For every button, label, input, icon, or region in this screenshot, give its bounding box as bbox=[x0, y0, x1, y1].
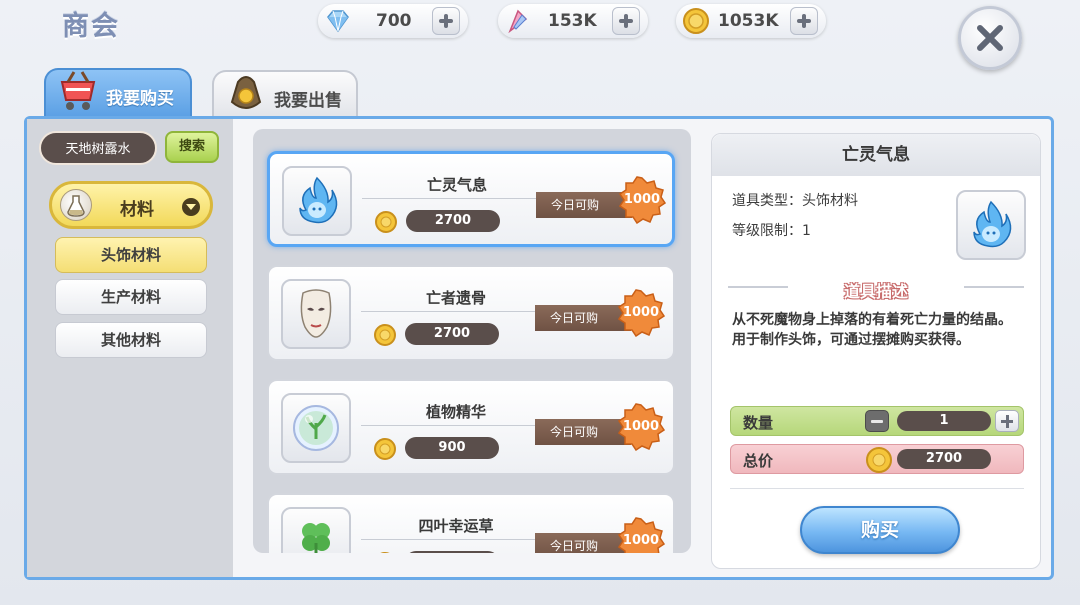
main-panel: 天地树露水 搜索 材料 头饰材料 生产材料 其他材料 亡灵气息 2700 今日可… bbox=[24, 116, 1054, 580]
page-title: 商会 bbox=[62, 11, 120, 42]
close-button[interactable] bbox=[958, 6, 1022, 70]
diamond-icon bbox=[327, 10, 349, 33]
total-price-value: 2700 bbox=[897, 449, 991, 469]
total-price-row: 总价 2700 bbox=[730, 444, 1024, 474]
gold-coin-icon bbox=[683, 8, 709, 34]
tab-sell-label: 我要出售 bbox=[274, 91, 342, 111]
list-item[interactable]: 四叶幸运草 今日可购 1000 bbox=[267, 493, 675, 553]
category-materials-label: 材料 bbox=[120, 200, 154, 220]
shop-cart-icon bbox=[60, 71, 96, 110]
detail-title: 亡灵气息 bbox=[712, 134, 1040, 176]
list-item[interactable]: 亡者遗骨 2700 今日可购 1000 bbox=[267, 265, 675, 361]
item-type: 道具类型：头饰材料 bbox=[732, 193, 858, 209]
search-input[interactable]: 天地树露水 bbox=[39, 131, 157, 165]
item-thumbnail bbox=[281, 393, 351, 463]
gold-coin-icon bbox=[866, 447, 892, 473]
subcategory-headwear-materials[interactable]: 头饰材料 bbox=[55, 237, 207, 273]
white-mask-icon bbox=[300, 289, 332, 338]
subcategory-production-materials[interactable]: 生产材料 bbox=[55, 279, 207, 315]
four-leaf-clover-icon bbox=[302, 523, 330, 553]
gold-coin-icon bbox=[375, 211, 397, 233]
increase-quantity-button[interactable] bbox=[995, 410, 1019, 432]
detail-thumbnail bbox=[956, 190, 1026, 260]
divider bbox=[361, 539, 551, 540]
item-thumbnail bbox=[281, 507, 351, 553]
chevron-down-icon[interactable] bbox=[182, 198, 200, 216]
description-heading: 道具描述 bbox=[843, 282, 908, 301]
diamond-amount: 700 bbox=[376, 11, 412, 31]
currency-gold: 1053K bbox=[676, 4, 826, 38]
buy-button[interactable]: 购买 bbox=[800, 506, 960, 554]
level-requirement: 等级限制：1 bbox=[732, 223, 811, 239]
tab-buy-label: 我要购买 bbox=[106, 89, 174, 109]
divider bbox=[964, 286, 1024, 288]
item-list: 亡灵气息 2700 今日可购 1000 亡者遗骨 2700 今日可购 1000 … bbox=[253, 129, 691, 553]
description-section-header: 道具描述 bbox=[712, 274, 1040, 304]
item-description: 从不死魔物身上掉落的有着死亡力量的结晶。用于制作头饰，可通过摆摊购买获得。 bbox=[732, 312, 1012, 348]
crystal-feather-icon bbox=[508, 9, 528, 34]
item-price bbox=[405, 551, 499, 553]
daily-limit-value: 1000 bbox=[622, 419, 660, 434]
list-item[interactable]: 亡灵气息 2700 今日可购 1000 bbox=[267, 151, 675, 247]
search-button[interactable]: 搜索 bbox=[165, 131, 219, 163]
tab-buy[interactable]: 我要购买 bbox=[44, 68, 192, 118]
blue-soul-flame-icon bbox=[299, 176, 338, 224]
divider bbox=[730, 488, 1024, 489]
category-sidebar: 天地树露水 搜索 材料 头饰材料 生产材料 其他材料 bbox=[27, 119, 233, 577]
item-price: 2700 bbox=[406, 210, 500, 232]
item-thumbnail bbox=[281, 279, 351, 349]
tab-sell[interactable]: 我要出售 bbox=[212, 70, 358, 116]
total-label: 总价 bbox=[743, 452, 774, 470]
divider bbox=[362, 198, 552, 199]
item-name: 亡灵气息 bbox=[426, 176, 487, 194]
potion-flask-icon bbox=[60, 189, 92, 221]
add-gold-button[interactable] bbox=[790, 7, 818, 35]
item-name: 四叶幸运草 bbox=[418, 517, 494, 535]
quantity-stepper[interactable]: 1 bbox=[897, 411, 991, 431]
item-price: 900 bbox=[405, 437, 499, 459]
decrease-quantity-button[interactable] bbox=[865, 410, 889, 432]
top-bar: 商会 700 153K 1053K bbox=[0, 0, 1080, 70]
money-bag-icon bbox=[230, 76, 262, 109]
green-orb-icon bbox=[293, 405, 339, 451]
currency-diamond: 700 bbox=[318, 4, 468, 38]
subcategory-other-materials[interactable]: 其他材料 bbox=[55, 322, 207, 358]
add-crystal-button[interactable] bbox=[612, 7, 640, 35]
daily-limit-value: 1000 bbox=[622, 305, 660, 320]
close-icon bbox=[977, 25, 1003, 51]
blue-soul-flame-icon bbox=[973, 200, 1012, 248]
daily-limit-value: 1000 bbox=[623, 192, 661, 207]
item-name: 亡者遗骨 bbox=[425, 289, 486, 307]
gold-amount: 1053K bbox=[718, 11, 779, 31]
quantity-row: 数量 1 bbox=[730, 406, 1024, 436]
category-materials[interactable]: 材料 bbox=[49, 181, 213, 229]
divider bbox=[361, 425, 551, 426]
divider bbox=[361, 311, 551, 312]
item-detail-panel: 亡灵气息 道具类型：头饰材料 等级限制：1 道具描述 从不死魔物身上掉落的有着死… bbox=[711, 133, 1041, 569]
gold-coin-icon bbox=[374, 324, 396, 346]
item-name: 植物精华 bbox=[425, 403, 486, 421]
add-diamond-button[interactable] bbox=[432, 7, 460, 35]
quantity-label: 数量 bbox=[743, 414, 774, 432]
list-item[interactable]: 植物精华 900 今日可购 1000 bbox=[267, 379, 675, 475]
gold-coin-icon bbox=[380, 552, 390, 553]
currency-crystal: 153K bbox=[498, 4, 648, 38]
divider bbox=[728, 286, 788, 288]
crystal-amount: 153K bbox=[548, 11, 597, 31]
item-thumbnail bbox=[282, 166, 352, 236]
gold-coin-icon bbox=[374, 438, 396, 460]
item-price: 2700 bbox=[405, 323, 499, 345]
daily-limit-value: 1000 bbox=[622, 533, 660, 548]
